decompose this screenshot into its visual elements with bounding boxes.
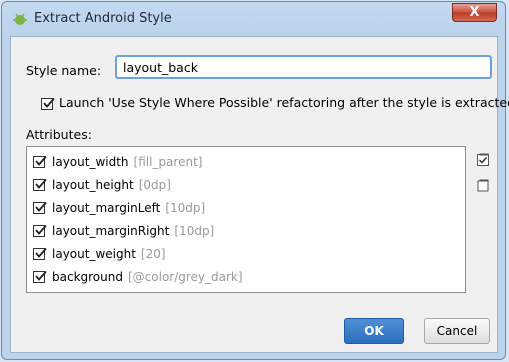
style-name-label: Style name:	[26, 63, 102, 78]
attribute-name: layout_height	[52, 178, 134, 192]
attributes-label: Attributes:	[26, 127, 92, 142]
attribute-name: layout_width	[52, 155, 129, 169]
list-item[interactable]: layout_marginLeft [10dp]	[33, 199, 205, 217]
check-icon	[43, 97, 55, 108]
attribute-checkbox[interactable]	[33, 201, 47, 214]
attribute-checkbox[interactable]	[33, 270, 47, 283]
attribute-name: layout_marginLeft	[52, 201, 161, 215]
select-all-icon[interactable]	[476, 153, 490, 167]
attribute-value: [20]	[140, 247, 166, 261]
dialog-window: Extract Android Style X Style name: Laun…	[1, 1, 509, 360]
attribute-name: layout_marginRight	[52, 224, 170, 238]
attributes-list[interactable]: layout_width [fill_parent] layout_height…	[26, 146, 466, 293]
close-icon: X	[469, 5, 480, 20]
check-icon	[35, 224, 47, 235]
list-item[interactable]: layout_width [fill_parent]	[33, 153, 202, 171]
attribute-value: [@color/grey_dark]	[127, 270, 243, 284]
ok-button[interactable]: OK	[344, 318, 404, 344]
list-item[interactable]: layout_height [0dp]	[33, 176, 171, 194]
attribute-checkbox[interactable]	[33, 247, 47, 260]
attribute-checkbox[interactable]	[33, 155, 47, 168]
title-bar[interactable]: Extract Android Style X	[2, 2, 505, 36]
list-item[interactable]: layout_weight [20]	[33, 245, 166, 263]
attribute-value: [0dp]	[138, 178, 171, 192]
launch-refactoring-checkbox[interactable]	[41, 97, 55, 110]
close-button[interactable]: X	[452, 3, 497, 22]
window-title: Extract Android Style	[34, 11, 172, 26]
list-item[interactable]: background [@color/grey_dark]	[33, 268, 243, 286]
attribute-name: background	[52, 270, 123, 284]
deselect-all-icon[interactable]	[476, 179, 490, 193]
check-icon	[35, 178, 47, 189]
check-icon	[35, 247, 47, 258]
check-icon	[35, 201, 47, 212]
check-icon	[35, 155, 47, 166]
cancel-button[interactable]: Cancel	[424, 318, 490, 344]
attribute-checkbox[interactable]	[33, 178, 47, 191]
attribute-value: [10dp]	[174, 224, 215, 238]
android-icon	[13, 13, 27, 25]
check-icon	[35, 270, 47, 281]
attribute-value: [10dp]	[165, 201, 206, 215]
launch-refactoring-label: Launch 'Use Style Where Possible' refact…	[59, 95, 509, 110]
launch-refactoring-option[interactable]: Launch 'Use Style Where Possible' refact…	[41, 95, 509, 110]
attribute-value: [fill_parent]	[133, 155, 203, 169]
attribute-checkbox[interactable]	[33, 224, 47, 237]
dialog-content: Style name: Launch 'Use Style Where Poss…	[10, 36, 509, 353]
style-name-input[interactable]	[115, 55, 492, 79]
attribute-name: layout_weight	[52, 247, 136, 261]
list-item[interactable]: layout_marginRight [10dp]	[33, 222, 214, 240]
